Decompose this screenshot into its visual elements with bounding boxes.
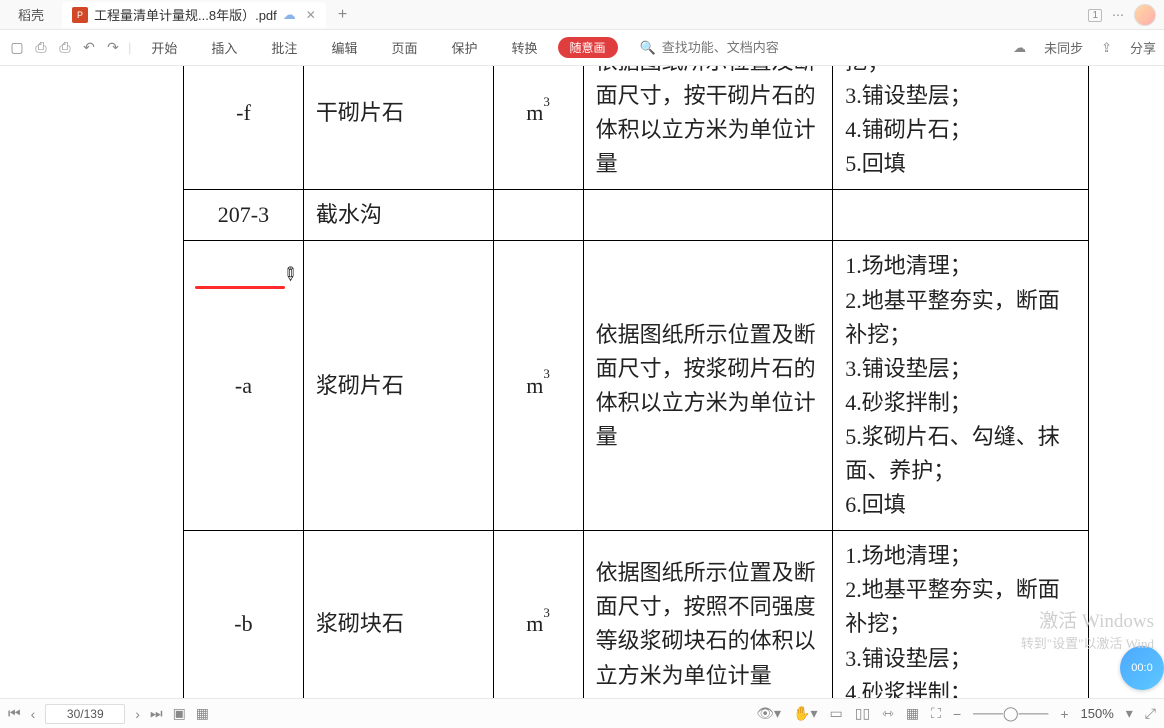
avatar[interactable] [1134, 4, 1156, 26]
folder-icon[interactable]: ▢ [8, 39, 26, 56]
tab-document[interactable]: P 工程量清单计量规...8年版）.pdf ☁ ✕ [62, 2, 326, 28]
menu-convert[interactable]: 转换 [497, 38, 551, 57]
zoom-in-icon[interactable]: + [1060, 706, 1068, 722]
view-mode-icon[interactable]: 👁▾ [756, 705, 781, 722]
cell-calc: 依据图纸所示位置及断面尺寸，按干砌片石的体积以立方米为单位计量 [583, 66, 833, 190]
tab-home-label: 稻壳 [18, 5, 44, 24]
expand-icon[interactable]: ⤢ [1145, 705, 1156, 722]
share-icon[interactable]: ⇪ [1101, 40, 1112, 56]
layout-2-icon[interactable]: ▯▯ [855, 705, 870, 722]
window-controls: 1 ⋯ [1088, 0, 1156, 30]
zoom-out-icon[interactable]: − [953, 706, 961, 722]
cell-calc [583, 190, 833, 241]
menu-freedraw[interactable]: 随意画 [558, 37, 618, 58]
recording-bubble[interactable]: 00:0 [1120, 646, 1164, 690]
document-canvas: -f 干砌片石 m3 依据图纸所示位置及断面尺寸，按干砌片石的体积以立方米为单位… [0, 66, 1164, 698]
nav-last-icon[interactable]: ⏭ [150, 705, 163, 722]
nav-first-icon[interactable]: ⏮ [8, 705, 21, 722]
hand-tool-icon[interactable]: ✋▾ [793, 705, 817, 722]
cell-proc: 1.场地清理； 2.地基平整夯实，断面补挖； 3.铺设垫层； 4.砂浆拌制； 5… [833, 241, 1089, 531]
menu-protect[interactable]: 保护 [437, 38, 491, 57]
cell-unit [493, 190, 583, 241]
redo-icon[interactable]: ↷ [104, 39, 122, 56]
search-input[interactable] [662, 40, 862, 55]
toolbar-right: ☁ 未同步 ⇪ 分享 [1013, 38, 1156, 57]
status-left: ⏮ ‹ › ⏭ ▣ ▦ [8, 704, 209, 724]
menu-edit[interactable]: 编辑 [317, 38, 371, 57]
cell-calc: 依据图纸所示位置及断面尺寸，按浆砌片石的体积以立方米为单位计量 [583, 241, 833, 531]
table-row: -a 浆砌片石 m3 依据图纸所示位置及断面尺寸，按浆砌片石的体积以立方米为单位… [184, 241, 1089, 531]
cell-proc: 挖； 3.铺设垫层； 4.铺砌片石； 5.回填 [833, 66, 1089, 190]
spec-table: -f 干砌片石 m3 依据图纸所示位置及断面尺寸，按干砌片石的体积以立方米为单位… [183, 66, 1089, 698]
tab-add-button[interactable]: + [338, 6, 347, 24]
unsync-label[interactable]: 未同步 [1044, 38, 1083, 57]
zoom-value[interactable]: 150% [1081, 706, 1114, 721]
tab-document-label: 工程量清单计量规...8年版）.pdf [94, 5, 277, 24]
cell-code: -f [184, 66, 304, 190]
cell-proc: 1.场地清理； 2.地基平整夯实，断面补挖； 3.铺设垫层； 4.砂浆拌制； [833, 531, 1089, 698]
zoom-dropdown-icon[interactable]: ▾ [1126, 705, 1133, 722]
save-icon[interactable]: ⎙ [32, 39, 50, 56]
window-badge[interactable]: 1 [1088, 9, 1102, 22]
table-row: -f 干砌片石 m3 依据图纸所示位置及断面尺寸，按干砌片石的体积以立方米为单位… [184, 66, 1089, 190]
nav-next-icon[interactable]: › [135, 706, 140, 722]
table-row: 207-3 截水沟 [184, 190, 1089, 241]
tab-home[interactable]: 稻壳 [0, 0, 62, 29]
nav-prev-icon[interactable]: ‹ [31, 706, 36, 722]
red-annotation [195, 286, 285, 289]
share-label[interactable]: 分享 [1130, 38, 1156, 57]
cell-code: 207-3 [184, 190, 304, 241]
cell-calc: 依据图纸所示位置及断面尺寸，按照不同强度等级浆砌块石的体积以立方米为单位计量 [583, 531, 833, 698]
cell-code: -b [184, 531, 304, 698]
menu-start[interactable]: 开始 [137, 38, 191, 57]
table-row: -b 浆砌块石 m3 依据图纸所示位置及断面尺寸，按照不同强度等级浆砌块石的体积… [184, 531, 1089, 698]
cell-name: 浆砌块石 [303, 531, 493, 698]
toolbar: ▢ ⎙ ⎙ ↶ ↷ | 开始 插入 批注 编辑 页面 保护 转换 随意画 🔍 ☁… [0, 30, 1164, 66]
cell-unit: m3 [493, 531, 583, 698]
search-icon: 🔍 [640, 40, 656, 56]
layout-a-icon[interactable]: ▣ [173, 705, 186, 722]
title-bar: 稻壳 P 工程量清单计量规...8年版）.pdf ☁ ✕ + 1 ⋯ [0, 0, 1164, 30]
cell-unit: m3 [493, 241, 583, 531]
status-bar: ⏮ ‹ › ⏭ ▣ ▦ 👁▾ ✋▾ ▭ ▯▯ ⇿ ▦ ⛶ − ───◯─── +… [0, 698, 1164, 728]
pdf-icon: P [72, 7, 88, 23]
document-viewport[interactable]: -f 干砌片石 m3 依据图纸所示位置及断面尺寸，按干砌片石的体积以立方米为单位… [0, 66, 1164, 698]
menu-page[interactable]: 页面 [377, 38, 431, 57]
search-box[interactable]: 🔍 [624, 40, 1008, 56]
status-right: 👁▾ ✋▾ ▭ ▯▯ ⇿ ▦ ⛶ − ───◯─── + 150% ▾ ⤢ [756, 705, 1156, 722]
undo-icon[interactable]: ↶ [80, 39, 98, 56]
cell-proc [833, 190, 1089, 241]
page-input[interactable] [45, 704, 125, 724]
fit-width-icon[interactable]: ⇿ [882, 705, 894, 722]
more-icon[interactable]: ⋯ [1112, 8, 1124, 22]
cloud-icon[interactable]: ☁ [283, 7, 296, 23]
cell-name: 浆砌片石 [303, 241, 493, 531]
menu-annot[interactable]: 批注 [257, 38, 311, 57]
cell-name: 干砌片石 [303, 66, 493, 190]
cell-name: 截水沟 [303, 190, 493, 241]
layout-1-icon[interactable]: ▭ [830, 705, 843, 722]
layout-b-icon[interactable]: ▦ [196, 705, 209, 722]
menu-insert[interactable]: 插入 [197, 38, 251, 57]
tab-close-icon[interactable]: ✕ [306, 8, 316, 22]
cloud-sync-icon[interactable]: ☁ [1013, 40, 1026, 56]
print-icon[interactable]: ⎙ [56, 39, 74, 56]
cell-unit: m3 [493, 66, 583, 190]
fullscreen-icon[interactable]: ⛶ [931, 705, 941, 722]
zoom-slider[interactable]: ───◯─── [973, 705, 1048, 722]
thumbnails-icon[interactable]: ▦ [906, 705, 919, 722]
